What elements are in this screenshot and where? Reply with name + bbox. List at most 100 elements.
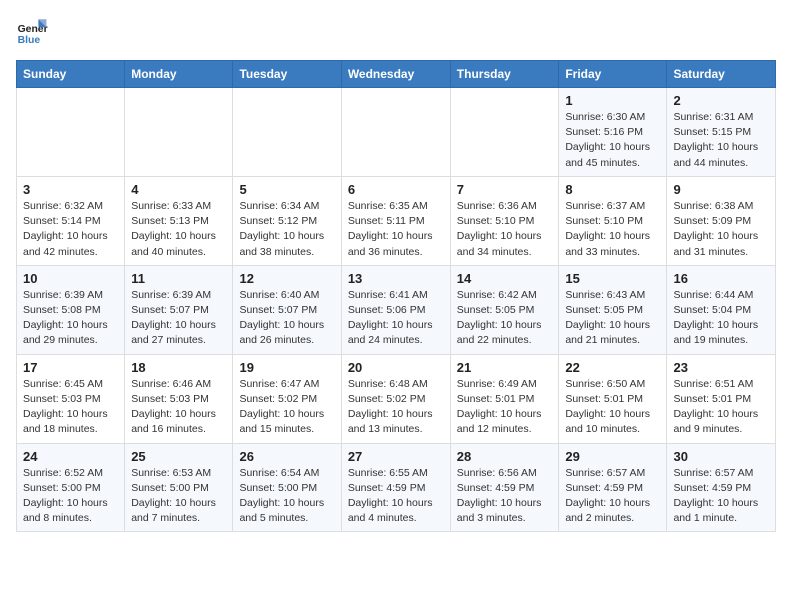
weekday-header-cell: Saturday — [667, 61, 776, 88]
weekday-header-cell: Sunday — [17, 61, 125, 88]
day-number: 10 — [23, 271, 118, 286]
day-number: 29 — [565, 449, 660, 464]
day-number: 5 — [239, 182, 334, 197]
calendar-day-cell: 29 Sunrise: 6:57 AM Sunset: 4:59 PM Dayli… — [559, 443, 667, 532]
weekday-header-cell: Wednesday — [341, 61, 450, 88]
day-info: Sunrise: 6:54 AM Sunset: 5:00 PM Dayligh… — [239, 466, 334, 527]
day-number: 15 — [565, 271, 660, 286]
day-number: 6 — [348, 182, 444, 197]
header: General Blue — [16, 16, 776, 48]
calendar-day-cell: 7 Sunrise: 6:36 AM Sunset: 5:10 PM Daylig… — [450, 176, 559, 265]
calendar-day-cell: 19 Sunrise: 6:47 AM Sunset: 5:02 PM Dayli… — [233, 354, 341, 443]
calendar-day-cell: 15 Sunrise: 6:43 AM Sunset: 5:05 PM Dayli… — [559, 265, 667, 354]
day-info: Sunrise: 6:41 AM Sunset: 5:06 PM Dayligh… — [348, 288, 444, 349]
logo: General Blue — [16, 16, 48, 48]
calendar-day-cell: 24Sunrise: 6:52 AM Sunset: 5:00 PM Dayli… — [17, 443, 125, 532]
calendar-day-cell: 20 Sunrise: 6:48 AM Sunset: 5:02 PM Dayli… — [341, 354, 450, 443]
day-number: 21 — [457, 360, 553, 375]
day-number: 28 — [457, 449, 553, 464]
calendar-day-cell: 10 Sunrise: 6:39 AM Sunset: 5:08 PM Dayli… — [17, 265, 125, 354]
day-info: Sunrise: 6:56 AM Sunset: 4:59 PM Dayligh… — [457, 466, 553, 527]
day-info: Sunrise: 6:39 AM Sunset: 5:08 PM Dayligh… — [23, 288, 118, 349]
calendar-day-cell — [125, 88, 233, 177]
calendar-day-cell: 11 Sunrise: 6:39 AM Sunset: 5:07 PM Dayli… — [125, 265, 233, 354]
calendar-table: SundayMondayTuesdayWednesdayThursdayFrid… — [16, 60, 776, 532]
calendar-day-cell: 26 Sunrise: 6:54 AM Sunset: 5:00 PM Dayli… — [233, 443, 341, 532]
day-number: 4 — [131, 182, 226, 197]
calendar-day-cell: 21 Sunrise: 6:49 AM Sunset: 5:01 PM Dayli… — [450, 354, 559, 443]
weekday-header-row: SundayMondayTuesdayWednesdayThursdayFrid… — [17, 61, 776, 88]
day-info: Sunrise: 6:57 AM Sunset: 4:59 PM Dayligh… — [673, 466, 769, 527]
calendar-day-cell — [17, 88, 125, 177]
day-number: 19 — [239, 360, 334, 375]
day-number: 27 — [348, 449, 444, 464]
day-info: Sunrise: 6:49 AM Sunset: 5:01 PM Dayligh… — [457, 377, 553, 438]
day-info: Sunrise: 6:38 AM Sunset: 5:09 PM Dayligh… — [673, 199, 769, 260]
day-info: Sunrise: 6:42 AM Sunset: 5:05 PM Dayligh… — [457, 288, 553, 349]
day-info: Sunrise: 6:40 AM Sunset: 5:07 PM Dayligh… — [239, 288, 334, 349]
calendar-day-cell: 14 Sunrise: 6:42 AM Sunset: 5:05 PM Dayli… — [450, 265, 559, 354]
calendar-day-cell: 16 Sunrise: 6:44 AM Sunset: 5:04 PM Dayli… — [667, 265, 776, 354]
day-info: Sunrise: 6:34 AM Sunset: 5:12 PM Dayligh… — [239, 199, 334, 260]
weekday-header-cell: Tuesday — [233, 61, 341, 88]
day-number: 16 — [673, 271, 769, 286]
day-info: Sunrise: 6:53 AM Sunset: 5:00 PM Dayligh… — [131, 466, 226, 527]
day-number: 13 — [348, 271, 444, 286]
day-number: 14 — [457, 271, 553, 286]
day-number: 2 — [673, 93, 769, 108]
day-info: Sunrise: 6:35 AM Sunset: 5:11 PM Dayligh… — [348, 199, 444, 260]
calendar-week-row: 3 Sunrise: 6:32 AM Sunset: 5:14 PM Daylig… — [17, 176, 776, 265]
calendar-day-cell: 2 Sunrise: 6:31 AM Sunset: 5:15 PM Daylig… — [667, 88, 776, 177]
calendar-day-cell — [450, 88, 559, 177]
weekday-header-cell: Friday — [559, 61, 667, 88]
day-info: Sunrise: 6:45 AM Sunset: 5:03 PM Dayligh… — [23, 377, 118, 438]
day-number: 30 — [673, 449, 769, 464]
day-info: Sunrise: 6:57 AM Sunset: 4:59 PM Dayligh… — [565, 466, 660, 527]
calendar-day-cell: 18 Sunrise: 6:46 AM Sunset: 5:03 PM Dayli… — [125, 354, 233, 443]
calendar-day-cell: 27 Sunrise: 6:55 AM Sunset: 4:59 PM Dayli… — [341, 443, 450, 532]
day-info: Sunrise: 6:36 AM Sunset: 5:10 PM Dayligh… — [457, 199, 553, 260]
calendar-day-cell: 9 Sunrise: 6:38 AM Sunset: 5:09 PM Daylig… — [667, 176, 776, 265]
day-number: 20 — [348, 360, 444, 375]
day-info: Sunrise: 6:44 AM Sunset: 5:04 PM Dayligh… — [673, 288, 769, 349]
day-info: Sunrise: 6:39 AM Sunset: 5:07 PM Dayligh… — [131, 288, 226, 349]
calendar-week-row: 17Sunrise: 6:45 AM Sunset: 5:03 PM Dayli… — [17, 354, 776, 443]
day-number: 3 — [23, 182, 118, 197]
day-info: Sunrise: 6:48 AM Sunset: 5:02 PM Dayligh… — [348, 377, 444, 438]
calendar-day-cell: 12 Sunrise: 6:40 AM Sunset: 5:07 PM Dayli… — [233, 265, 341, 354]
calendar-day-cell: 30 Sunrise: 6:57 AM Sunset: 4:59 PM Dayli… — [667, 443, 776, 532]
day-number: 26 — [239, 449, 334, 464]
day-info: Sunrise: 6:31 AM Sunset: 5:15 PM Dayligh… — [673, 110, 769, 171]
calendar-day-cell: 28 Sunrise: 6:56 AM Sunset: 4:59 PM Dayli… — [450, 443, 559, 532]
day-number: 25 — [131, 449, 226, 464]
day-info: Sunrise: 6:46 AM Sunset: 5:03 PM Dayligh… — [131, 377, 226, 438]
calendar-day-cell — [341, 88, 450, 177]
calendar-day-cell: 23Sunrise: 6:51 AM Sunset: 5:01 PM Dayli… — [667, 354, 776, 443]
calendar-day-cell: 1Sunrise: 6:30 AM Sunset: 5:16 PM Daylig… — [559, 88, 667, 177]
calendar-body: 1Sunrise: 6:30 AM Sunset: 5:16 PM Daylig… — [17, 88, 776, 532]
svg-text:Blue: Blue — [18, 35, 41, 46]
day-info: Sunrise: 6:55 AM Sunset: 4:59 PM Dayligh… — [348, 466, 444, 527]
day-info: Sunrise: 6:50 AM Sunset: 5:01 PM Dayligh… — [565, 377, 660, 438]
calendar-day-cell: 17Sunrise: 6:45 AM Sunset: 5:03 PM Dayli… — [17, 354, 125, 443]
day-info: Sunrise: 6:43 AM Sunset: 5:05 PM Dayligh… — [565, 288, 660, 349]
day-number: 18 — [131, 360, 226, 375]
calendar-day-cell: 4 Sunrise: 6:33 AM Sunset: 5:13 PM Daylig… — [125, 176, 233, 265]
weekday-header-cell: Thursday — [450, 61, 559, 88]
day-info: Sunrise: 6:33 AM Sunset: 5:13 PM Dayligh… — [131, 199, 226, 260]
day-info: Sunrise: 6:52 AM Sunset: 5:00 PM Dayligh… — [23, 466, 118, 527]
day-number: 7 — [457, 182, 553, 197]
calendar-week-row: 24Sunrise: 6:52 AM Sunset: 5:00 PM Dayli… — [17, 443, 776, 532]
day-number: 8 — [565, 182, 660, 197]
day-info: Sunrise: 6:32 AM Sunset: 5:14 PM Dayligh… — [23, 199, 118, 260]
day-info: Sunrise: 6:37 AM Sunset: 5:10 PM Dayligh… — [565, 199, 660, 260]
calendar-day-cell: 3 Sunrise: 6:32 AM Sunset: 5:14 PM Daylig… — [17, 176, 125, 265]
day-number: 9 — [673, 182, 769, 197]
day-number: 1 — [565, 93, 660, 108]
calendar-day-cell: 13 Sunrise: 6:41 AM Sunset: 5:06 PM Dayli… — [341, 265, 450, 354]
day-info: Sunrise: 6:47 AM Sunset: 5:02 PM Dayligh… — [239, 377, 334, 438]
day-number: 11 — [131, 271, 226, 286]
day-number: 12 — [239, 271, 334, 286]
calendar-day-cell: 6 Sunrise: 6:35 AM Sunset: 5:11 PM Daylig… — [341, 176, 450, 265]
day-number: 22 — [565, 360, 660, 375]
